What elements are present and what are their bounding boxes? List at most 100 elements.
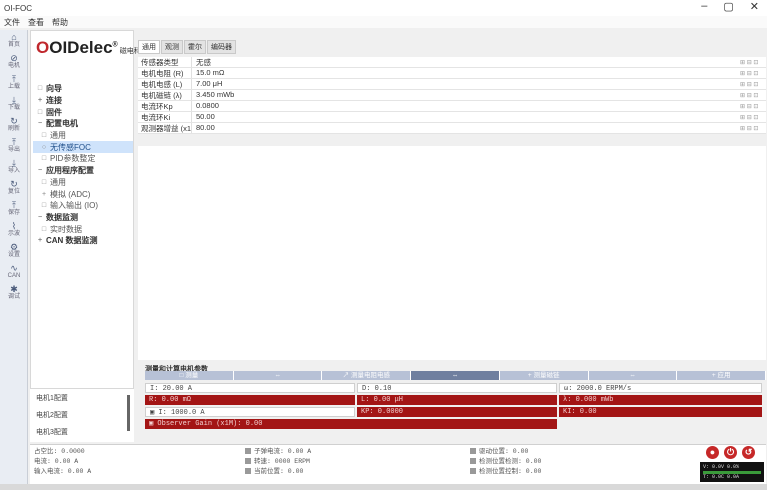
table-row: 观测器增益 (x1M)80.00⊞ ⊟ ⊡ bbox=[138, 123, 766, 134]
tree-node-icon: − bbox=[37, 167, 43, 175]
toolbar-button[interactable]: ⤓ 下载 bbox=[0, 93, 28, 114]
menu-help[interactable]: 帮助 bbox=[52, 17, 68, 28]
nav-item-label: 实时数据 bbox=[50, 224, 82, 234]
row-controls-icon[interactable]: ⊞ ⊟ ⊡ bbox=[740, 112, 766, 122]
row-controls-icon[interactable]: ⊞ ⊟ ⊡ bbox=[740, 101, 766, 111]
param-value[interactable]: 50.00 bbox=[192, 112, 740, 122]
minimize-button[interactable]: – bbox=[701, 0, 707, 13]
toolbar-button[interactable]: ⌇ 示波 bbox=[0, 219, 28, 240]
erpm-input[interactable]: ω: 2000.0 ERPM/s bbox=[559, 383, 762, 393]
measure-tab[interactable]: + 应用 bbox=[677, 371, 767, 380]
param-value[interactable]: 0.0800 bbox=[192, 101, 740, 111]
row-controls-icon[interactable]: ⊞ ⊟ ⊡ bbox=[740, 123, 766, 133]
stop-button[interactable]: ● bbox=[706, 446, 719, 459]
row-controls-icon[interactable]: ⊞ ⊟ ⊡ bbox=[740, 68, 766, 78]
nav-item[interactable]: □ 输入输出 (IO) bbox=[33, 200, 133, 212]
nav-item[interactable]: □ 固件 bbox=[33, 106, 133, 118]
flux-linkage-result: λ: 0.000 mWb bbox=[559, 395, 762, 405]
nav-item[interactable]: □ 实时数据 bbox=[33, 223, 133, 235]
measure-tab[interactable]: ⇔ bbox=[233, 371, 323, 380]
tab[interactable]: 编码器 bbox=[207, 40, 236, 54]
param-name: 传感器类型 bbox=[138, 57, 192, 67]
measure-toolbar: □ 测量 ⇔ ↗ 测量电阻电感 ⇔ + 测量磁链 ⇔ + 应用 bbox=[145, 371, 767, 380]
motor-config-item[interactable]: 电机3配置 bbox=[30, 423, 134, 440]
nav-item[interactable]: + 模拟 (ADC) bbox=[33, 188, 133, 200]
tree-node-icon: □ bbox=[41, 202, 47, 210]
nav-item-label: 通用 bbox=[50, 177, 66, 187]
measure-tab[interactable]: ↗ 测量电阻电感 bbox=[322, 371, 412, 380]
measure-tab[interactable]: ⇔ bbox=[588, 371, 678, 380]
arrow-up-icon: ⤒ bbox=[12, 73, 16, 84]
toolbar-button-label: 导出 bbox=[7, 146, 20, 153]
tree-node-icon: □ bbox=[41, 132, 47, 140]
toolbar-button[interactable]: ✱ 调试 bbox=[0, 282, 28, 303]
toolbar-button[interactable]: ⤒ 上载 bbox=[0, 72, 28, 93]
param-value[interactable]: 15.0 mΩ bbox=[192, 68, 740, 78]
nav-item-label: 无传感FOC bbox=[50, 142, 91, 152]
toolbar-button[interactable]: ⤒ 保存 bbox=[0, 198, 28, 219]
toolbar-button[interactable]: ⤓ 导入 bbox=[0, 156, 28, 177]
toolbar-button[interactable]: ⊘ 电机 bbox=[0, 51, 28, 72]
menu-view[interactable]: 查看 bbox=[28, 17, 44, 28]
toolbar-button-label: 导入 bbox=[7, 167, 20, 174]
measure-tab[interactable]: + 测量磁链 bbox=[499, 371, 589, 380]
nav-item[interactable]: + 连接 bbox=[33, 95, 133, 107]
row-controls-icon[interactable]: ⊞ ⊟ ⊡ bbox=[740, 90, 766, 100]
tab[interactable]: 通用 bbox=[138, 40, 160, 54]
tab[interactable]: 霍尔 bbox=[184, 40, 206, 54]
home-icon: ⌂ bbox=[11, 31, 17, 42]
nav-item[interactable]: − 应用程序配置 bbox=[33, 165, 133, 177]
param-name: 电流环Kp bbox=[138, 101, 192, 111]
measure-tab[interactable]: ⇔ bbox=[411, 371, 500, 380]
indicator-icon bbox=[245, 468, 251, 475]
toolbar-button[interactable]: ⚙ 设置 bbox=[0, 240, 28, 261]
nav-item-label: 模拟 (ADC) bbox=[50, 189, 91, 199]
tree-node-icon: + bbox=[37, 237, 43, 245]
time-constant-input[interactable]: ▣ I: 1000.0 A bbox=[145, 407, 355, 417]
toolbar-button[interactable]: ⌂ 首页 bbox=[0, 30, 28, 51]
toolbar-button[interactable]: ∿ CAN bbox=[0, 261, 28, 282]
nav-item[interactable]: ○ 无传感FOC bbox=[33, 141, 133, 154]
maximize-button[interactable]: ▢ bbox=[723, 0, 733, 13]
nav-item[interactable]: □ 通用 bbox=[33, 177, 133, 189]
param-value[interactable]: 3.450 mWb bbox=[192, 90, 740, 100]
power-button[interactable]: ⏻ bbox=[724, 446, 737, 459]
measure-row-1: I: 20.00 A D: 0.10 ω: 2000.0 ERPM/s bbox=[145, 383, 766, 394]
scrollbar[interactable] bbox=[127, 395, 130, 431]
duty-input[interactable]: D: 0.10 bbox=[357, 383, 557, 393]
toolbar-button-label: 下载 bbox=[7, 104, 20, 111]
current-input[interactable]: I: 20.00 A bbox=[145, 383, 355, 393]
nav-item[interactable]: □ 通用 bbox=[33, 130, 133, 142]
gear-icon: ⚙ bbox=[9, 241, 19, 252]
row-controls-icon[interactable]: ⊞ ⊟ ⊡ bbox=[740, 57, 766, 67]
nav-item[interactable]: □ PID参数整定 bbox=[33, 153, 133, 165]
toolbar-button[interactable]: ↻ 复位 bbox=[0, 177, 28, 198]
status-value: 检测位置控制: 0.00 bbox=[479, 468, 542, 475]
nav-item-label: 固件 bbox=[46, 107, 62, 117]
nav-item[interactable]: − 数据监测 bbox=[33, 212, 133, 224]
meter-line-1: V: 0.0V 0.0% bbox=[703, 464, 740, 470]
nav-item[interactable]: □ 向导 bbox=[33, 83, 133, 95]
app-title: OI-FOC bbox=[4, 3, 32, 13]
menu-file[interactable]: 文件 bbox=[4, 17, 20, 28]
tab[interactable]: 观测 bbox=[161, 40, 183, 54]
row-controls-icon[interactable]: ⊞ ⊟ ⊡ bbox=[740, 79, 766, 89]
toolbar-button-label: 电机 bbox=[7, 62, 20, 69]
toolbar-button[interactable]: ↻ 刷新 bbox=[0, 114, 28, 135]
param-value[interactable]: 7.00 μH bbox=[192, 79, 740, 89]
toolbar-button[interactable]: ⤒ 导出 bbox=[0, 135, 28, 156]
measure-tab[interactable]: □ 测量 bbox=[145, 371, 234, 380]
nav-item[interactable]: − 配置电机 bbox=[33, 118, 133, 130]
nav-tree: □ 向导 + 连接 □ 固件 − 配置电机 □ 通用 ○ 无传感FOC □ PID参数整定 − 应用程序配置 □… bbox=[33, 83, 133, 247]
motor-config-item[interactable]: 电机2配置 bbox=[30, 406, 134, 423]
motor-config-item[interactable]: 电机1配置 bbox=[30, 389, 134, 406]
duty-readout: 占空比: 0.0000 bbox=[34, 448, 85, 455]
reset-button[interactable]: ↺ bbox=[742, 446, 755, 459]
close-button[interactable]: ✕ bbox=[750, 0, 759, 13]
param-value[interactable]: 无感 bbox=[192, 57, 740, 67]
nav-item-label: 配置电机 bbox=[46, 119, 78, 129]
nav-item[interactable]: + CAN 数据监测 bbox=[33, 235, 133, 247]
arrow-up-icon: ⤒ bbox=[12, 199, 16, 210]
param-value[interactable]: 80.00 bbox=[192, 123, 740, 133]
tree-node-icon: + bbox=[41, 190, 47, 198]
